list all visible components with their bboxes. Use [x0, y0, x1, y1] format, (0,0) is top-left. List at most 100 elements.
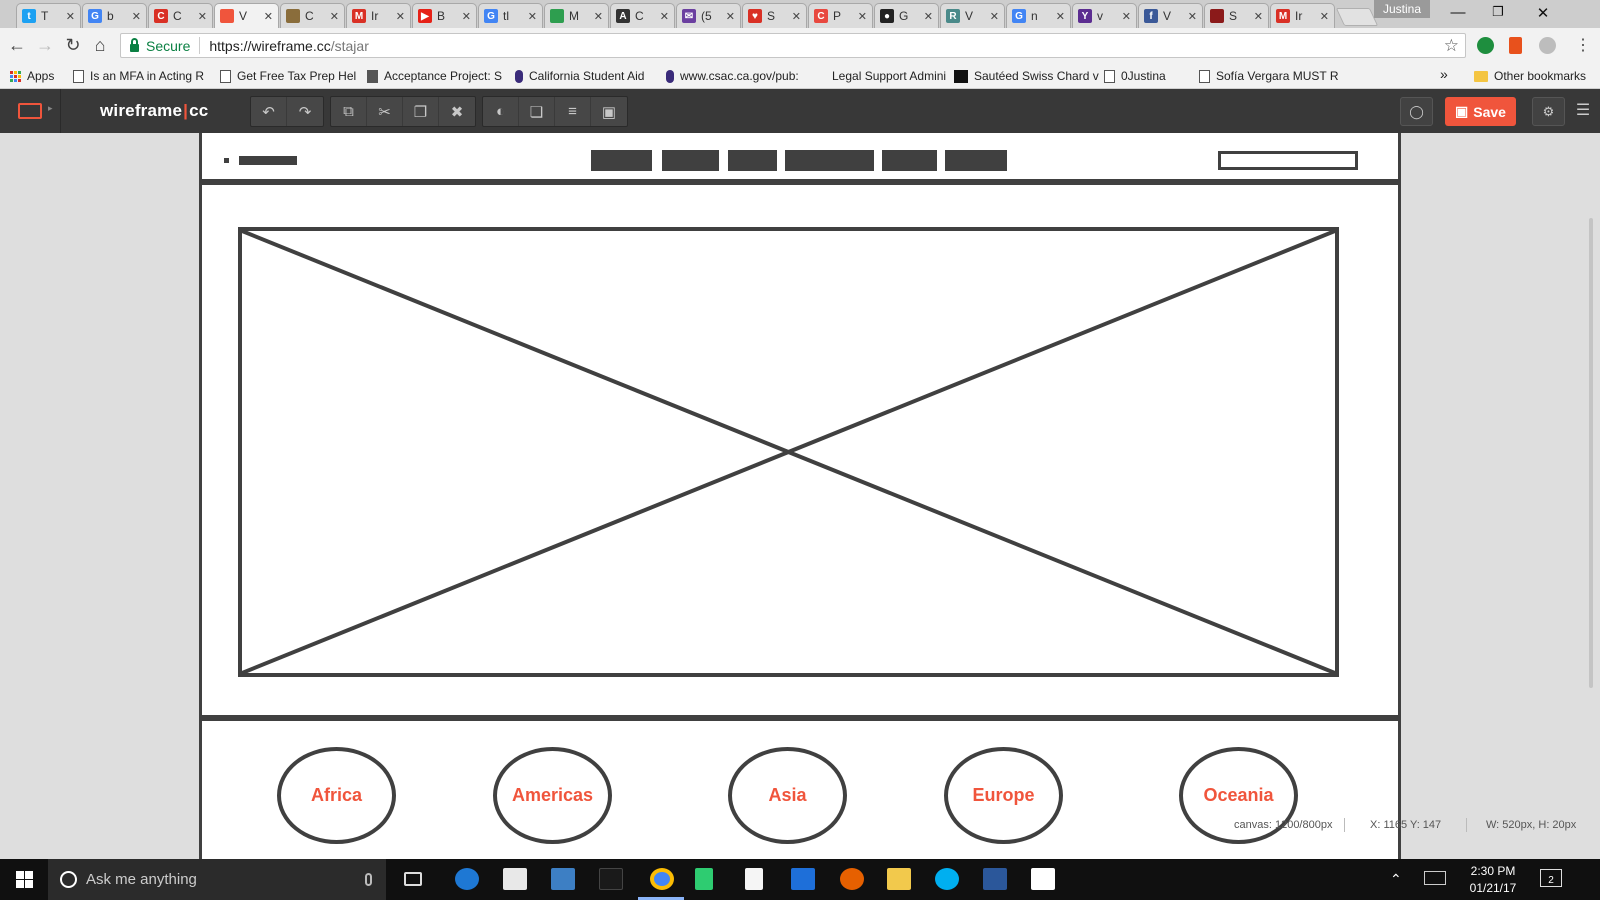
photos-icon[interactable]: [1031, 868, 1055, 890]
skype-icon[interactable]: [935, 868, 959, 890]
cut-icon[interactable]: ✂: [367, 97, 403, 126]
close-tab-icon[interactable]: ✕: [924, 10, 933, 23]
bookmarks-overflow[interactable]: »: [1440, 66, 1448, 82]
comment-icon[interactable]: ◯: [1400, 97, 1433, 126]
browser-tab[interactable]: Yv ✕: [1072, 3, 1137, 28]
extension-check-icon[interactable]: [1477, 37, 1494, 54]
notification-icon[interactable]: 2: [1540, 869, 1562, 887]
wireframe-regions-section[interactable]: Africa Americas Asia Europe Oceania: [202, 727, 1398, 859]
close-tab-icon[interactable]: ✕: [198, 10, 207, 23]
close-tab-icon[interactable]: ✕: [462, 10, 471, 23]
wireframe-page[interactable]: Africa Americas Asia Europe Oceania: [199, 133, 1401, 859]
browser-tab[interactable]: V ✕: [214, 3, 279, 28]
browser-tab[interactable]: M Ir ✕: [346, 3, 411, 28]
wireframe-nav-item[interactable]: [785, 150, 874, 171]
wireframe-hero-section[interactable]: [202, 191, 1398, 721]
close-tab-icon[interactable]: ✕: [660, 10, 669, 23]
audio-app-icon[interactable]: [695, 868, 713, 890]
close-tab-icon[interactable]: ✕: [1320, 10, 1329, 23]
browser-tab[interactable]: ✉ (5 ✕: [676, 3, 741, 28]
bookmark-item[interactable]: www.csac.ca.gov/pub:: [666, 69, 799, 83]
image-placeholder[interactable]: [238, 227, 1339, 677]
redo-icon[interactable]: ↷: [287, 97, 323, 126]
new-tab-button[interactable]: [1335, 8, 1379, 26]
blue-app-icon[interactable]: [791, 868, 815, 890]
browser-tab[interactable]: C ✕: [280, 3, 345, 28]
chevron-up-icon[interactable]: ⌃: [1390, 871, 1402, 888]
keyboard-icon[interactable]: [1424, 871, 1446, 885]
cortana-search-box[interactable]: Ask me anything: [48, 859, 386, 900]
browser-tab[interactable]: M Ir ✕: [1270, 3, 1335, 28]
browser-tab[interactable]: R V ✕: [940, 3, 1005, 28]
save-button[interactable]: ▣ Save: [1445, 97, 1516, 126]
lock-element-icon[interactable]: ◐: [483, 97, 519, 126]
browser-tab[interactable]: t T ✕: [16, 3, 81, 28]
bookmark-item[interactable]: Is an MFA in Acting R: [73, 69, 204, 83]
close-tab-icon[interactable]: ✕: [396, 10, 405, 23]
remote-desktop-icon[interactable]: [551, 868, 575, 890]
paste-icon[interactable]: ❐: [403, 97, 439, 126]
bookmark-item[interactable]: Get Free Tax Prep Hel: [220, 69, 356, 83]
extension-w-icon[interactable]: [1539, 37, 1556, 54]
browser-tab[interactable]: Gtl ✕: [478, 3, 543, 28]
close-tab-icon[interactable]: ✕: [726, 10, 735, 23]
copy-icon[interactable]: ⧉: [331, 97, 367, 126]
bookmark-item[interactable]: Acceptance Project: S: [367, 69, 502, 83]
close-tab-icon[interactable]: ✕: [1188, 10, 1197, 23]
edge-icon[interactable]: [455, 868, 479, 890]
bookmark-star-icon[interactable]: ☆: [1444, 36, 1459, 56]
browser-tab[interactable]: A C ✕: [610, 3, 675, 28]
browser-tab[interactable]: M ✕: [544, 3, 609, 28]
browser-menu-icon[interactable]: ⋮: [1572, 35, 1594, 55]
microphone-icon[interactable]: [365, 873, 372, 886]
home-icon[interactable]: ⌂: [89, 35, 111, 56]
region-circle-asia[interactable]: Asia: [728, 747, 847, 844]
browser-tab[interactable]: C C ✕: [148, 3, 213, 28]
windows-start-icon[interactable]: [16, 871, 33, 888]
region-circle-americas[interactable]: Americas: [493, 747, 612, 844]
group-icon[interactable]: ▣: [591, 97, 627, 126]
close-tab-icon[interactable]: ✕: [1254, 10, 1263, 23]
close-tab-icon[interactable]: ✕: [132, 10, 141, 23]
close-window-icon[interactable]: ✕: [1528, 4, 1558, 22]
close-tab-icon[interactable]: ✕: [330, 10, 339, 23]
page-menu-icon[interactable]: [18, 103, 42, 119]
bookmark-item[interactable]: Sofía Vergara MUST R: [1199, 69, 1339, 83]
close-tab-icon[interactable]: ✕: [990, 10, 999, 23]
close-tab-icon[interactable]: ✕: [792, 10, 801, 23]
close-tab-icon[interactable]: ✕: [1122, 10, 1131, 23]
wireframe-nav-item[interactable]: [662, 150, 719, 171]
bookmark-item[interactable]: Sautéed Swiss Chard v: [954, 69, 1099, 83]
close-tab-icon[interactable]: ✕: [66, 10, 75, 23]
profile-button[interactable]: Justina: [1374, 0, 1431, 18]
settings-icon[interactable]: ⚙: [1532, 97, 1565, 126]
canvas-scrollbar[interactable]: [1589, 218, 1593, 688]
file-icon[interactable]: [745, 868, 763, 890]
minimize-icon[interactable]: —: [1443, 4, 1473, 21]
close-tab-icon[interactable]: ✕: [594, 10, 603, 23]
browser-tab[interactable]: ▶ B ✕: [412, 3, 477, 28]
browser-tab[interactable]: ● G ✕: [874, 3, 939, 28]
wireframe-nav-item[interactable]: [728, 150, 777, 171]
browser-tab[interactable]: Gb ✕: [82, 3, 147, 28]
other-bookmarks[interactable]: Other bookmarks: [1474, 69, 1586, 83]
bookmark-item[interactable]: 0Justina: [1104, 69, 1166, 83]
restore-icon[interactable]: ❐: [1483, 4, 1513, 20]
hamburger-menu-icon[interactable]: ☰: [1572, 100, 1594, 120]
close-tab-icon[interactable]: ✕: [858, 10, 867, 23]
align-icon[interactable]: ≡: [555, 97, 591, 126]
wireframe-bullet[interactable]: [224, 158, 229, 163]
file-explorer-icon[interactable]: [887, 868, 911, 890]
address-bar[interactable]: Secure https://wireframe.cc/stajar ☆: [120, 33, 1466, 58]
clock[interactable]: 2:30 PM 01/21/17: [1460, 864, 1526, 895]
back-icon[interactable]: ←: [6, 35, 28, 56]
browser-tab[interactable]: f V ✕: [1138, 3, 1203, 28]
wireframe-nav-item[interactable]: [882, 150, 937, 171]
office-icon[interactable]: [1509, 37, 1522, 54]
close-tab-icon[interactable]: ✕: [528, 10, 537, 23]
delete-icon[interactable]: ✖: [439, 97, 475, 126]
region-circle-europe[interactable]: Europe: [944, 747, 1063, 844]
store-icon[interactable]: [503, 868, 527, 890]
browser-tab[interactable]: Gn ✕: [1006, 3, 1071, 28]
word-icon[interactable]: [983, 868, 1007, 890]
